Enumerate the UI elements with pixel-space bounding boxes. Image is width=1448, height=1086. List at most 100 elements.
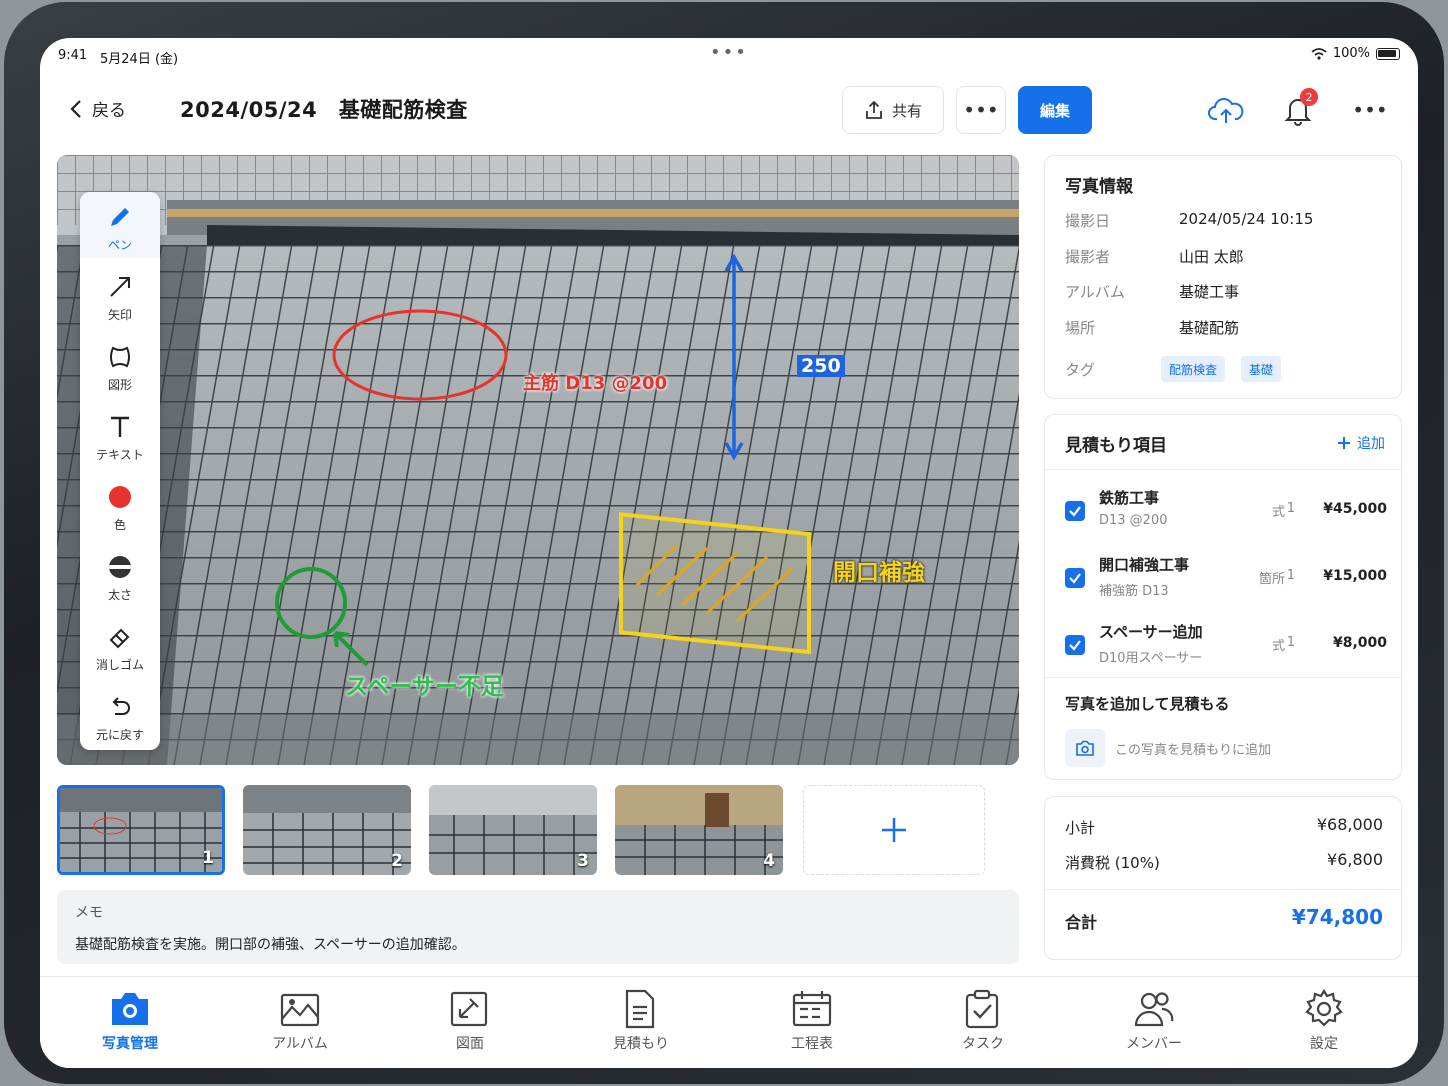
tool-eraser[interactable]: 消しゴム	[80, 612, 160, 678]
thumbnail-number: 3	[577, 851, 589, 871]
tab-album[interactable]: アルバム	[250, 989, 350, 1053]
tab-drawings[interactable]: 図面	[420, 989, 520, 1053]
back-button[interactable]: 戻る	[70, 96, 126, 121]
battery-percent: 100%	[1332, 46, 1370, 61]
blue-dimension-arrow[interactable]	[724, 253, 744, 461]
plus-icon	[1338, 437, 1350, 449]
tool-shape[interactable]: 図形	[80, 332, 160, 398]
thumbnail-2[interactable]: 2	[243, 785, 411, 875]
thumbnail-number: 2	[391, 851, 403, 871]
menu-button[interactable]: •••	[1350, 92, 1390, 128]
info-value: 基礎工事	[1179, 283, 1240, 301]
notification-badge: 2	[1300, 88, 1318, 106]
info-label: 場所	[1065, 319, 1096, 337]
status-right: 100%	[1311, 46, 1400, 61]
camera-icon	[1076, 740, 1094, 756]
item-name: 開口補強工事	[1099, 556, 1190, 574]
tool-color[interactable]: 色	[80, 472, 160, 538]
chevron-left-icon	[70, 99, 81, 118]
item-qty: 1	[1286, 568, 1295, 583]
markup-layer[interactable]	[57, 155, 1019, 765]
thumbnail-number: 1	[202, 848, 214, 868]
tab-label: アルバム	[272, 1036, 328, 1052]
memo-box[interactable]: メモ 基礎配筋検査を実施。開口部の補強、スペーサーの追加確認。	[57, 890, 1019, 964]
undo-icon	[112, 697, 130, 715]
estimate-icon	[625, 989, 655, 1029]
item-checkbox[interactable]	[1065, 568, 1085, 588]
tool-label: テキスト	[96, 448, 144, 462]
cloud-upload-button[interactable]	[1206, 92, 1246, 128]
color-icon	[109, 486, 131, 508]
green-arrow[interactable]	[333, 631, 369, 667]
estimate-item[interactable]: スペーサー追加 D10用スペーサー 式 1 ¥8,000	[1045, 611, 1401, 673]
dimension-label[interactable]: 250	[797, 355, 845, 377]
item-name: 鉄筋工事	[1099, 489, 1160, 507]
item-price: ¥15,000	[1323, 568, 1387, 584]
multitask-dots-icon[interactable]: •••	[710, 42, 748, 63]
edit-button[interactable]: 編集	[1018, 86, 1092, 134]
tax-label: 消費税 (10%)	[1065, 854, 1160, 872]
thumbnail-1[interactable]: 1	[57, 785, 225, 875]
add-photo-button[interactable]	[803, 785, 985, 875]
status-time: 9:41	[58, 48, 88, 63]
check-icon	[1069, 640, 1081, 651]
green-circle-mark[interactable]	[275, 567, 347, 639]
settings-icon	[1305, 989, 1343, 1027]
spacer-annotation[interactable]: スペーサー不足	[345, 667, 504, 701]
item-price: ¥45,000	[1323, 501, 1387, 517]
drawing-icon	[450, 991, 488, 1027]
share-label: 共有	[891, 101, 922, 120]
tool-stroke-width[interactable]: 太さ	[80, 542, 160, 608]
add-photo-estimate-text[interactable]: この写真を見積もりに追加	[1115, 739, 1271, 758]
item-name: スペーサー追加	[1099, 623, 1203, 641]
tab-photos[interactable]: 写真管理	[80, 989, 180, 1053]
tab-tasks[interactable]: タスク	[933, 989, 1033, 1053]
opening-annotation[interactable]: 開口補強	[833, 553, 925, 587]
total-value: ¥74,800	[1291, 905, 1383, 929]
item-unit: 式	[1271, 505, 1285, 520]
tool-pen[interactable]: ペン	[80, 192, 160, 258]
schedule-icon	[792, 991, 832, 1027]
item-checkbox[interactable]	[1065, 635, 1085, 655]
battery-icon	[1376, 47, 1400, 60]
item-checkbox[interactable]	[1065, 501, 1085, 521]
eraser-icon	[109, 628, 130, 649]
share-icon	[866, 100, 882, 119]
thumbnail-4[interactable]: 4	[615, 785, 783, 875]
estimate-item[interactable]: 開口補強工事 補強筋 D13 箇所 1 ¥15,000	[1045, 544, 1401, 606]
memo-label: メモ	[75, 905, 103, 921]
tool-undo[interactable]: 元に戻す	[80, 682, 160, 748]
info-label: 撮影者	[1065, 248, 1111, 266]
item-sub: 補強筋 D13	[1099, 584, 1169, 599]
tab-settings[interactable]: 設定	[1274, 989, 1374, 1053]
tab-label: メンバー	[1126, 1036, 1182, 1052]
thumbnail-image	[60, 788, 222, 872]
tag-chip[interactable]: 配筋検査	[1161, 356, 1226, 382]
tool-arrow[interactable]: 矢印	[80, 262, 160, 328]
photo-canvas[interactable]: 主筋 D13 @200 250 開口補強 スペーサー不足	[57, 155, 1019, 765]
tablet-frame: 9:41 5月24日 (金) ••• 100% 戻る 2024/05/24 基礎…	[4, 2, 1444, 1084]
tool-text[interactable]: テキスト	[80, 402, 160, 468]
add-estimate-button[interactable]: 追加	[1337, 433, 1385, 453]
add-photo-estimate-title: 写真を追加して見積もる	[1065, 695, 1230, 713]
tab-members[interactable]: メンバー	[1104, 989, 1204, 1053]
tab-label: 写真管理	[102, 1036, 158, 1052]
tab-label: 見積もり	[613, 1036, 669, 1052]
yellow-rect-mark[interactable]	[619, 512, 811, 655]
text-icon	[111, 416, 129, 437]
more-options-button[interactable]: •••	[956, 86, 1006, 134]
tab-schedule[interactable]: 工程表	[762, 989, 862, 1053]
header-bar: 戻る 2024/05/24 基礎配筋検査 共有 ••• 編集 2 •••	[40, 86, 1418, 134]
tab-label: 設定	[1310, 1036, 1338, 1052]
photo-info-panel: 写真情報 撮影日 2024/05/24 10:15 撮影者 山田 太郎 アルバム…	[1044, 155, 1402, 399]
add-photo-estimate-button[interactable]	[1065, 729, 1105, 767]
thumbnail-3[interactable]: 3	[429, 785, 597, 875]
estimate-item[interactable]: 鉄筋工事 D13 @200 式 1 ¥45,000	[1045, 477, 1401, 539]
notifications-button[interactable]: 2	[1278, 88, 1318, 128]
tag-chip[interactable]: 基礎	[1241, 356, 1282, 382]
status-date: 5月24日 (金)	[100, 52, 179, 67]
share-button[interactable]: 共有	[842, 86, 944, 134]
red-circle-mark[interactable]	[332, 309, 508, 401]
tab-estimate[interactable]: 見積もり	[591, 989, 691, 1053]
rebar-annotation[interactable]: 主筋 D13 @200	[523, 369, 667, 395]
